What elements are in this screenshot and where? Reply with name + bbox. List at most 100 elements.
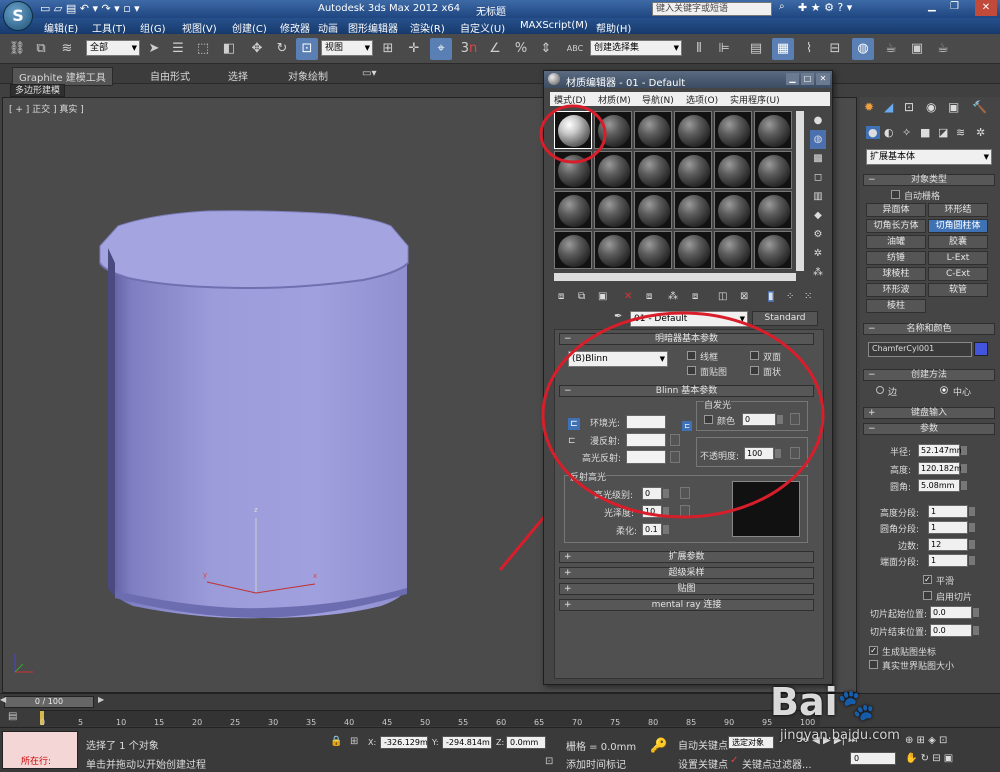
edit-named-selection-icon[interactable]: ABC	[564, 38, 586, 60]
show-end-result-icon[interactable]: ▮	[768, 291, 774, 302]
angle-snap-icon[interactable]: ∠	[484, 38, 506, 60]
soften-value[interactable]: 0.1	[642, 523, 669, 536]
parameters-rollout[interactable]: − 参数	[863, 423, 995, 435]
key-icon[interactable]: 🔑	[650, 738, 667, 754]
reference-coord-dropdown[interactable]: 视图	[321, 40, 373, 56]
sample-slot[interactable]	[594, 111, 632, 149]
graphite-toggle-icon[interactable]: ▦	[772, 38, 794, 60]
put-to-scene-icon[interactable]: ⧉	[578, 291, 585, 302]
app-logo[interactable]: S	[3, 1, 33, 31]
add-time-tag[interactable]: 添加时间标记	[566, 756, 626, 771]
sample-type-icon[interactable]: ●	[810, 111, 826, 130]
glossiness-value[interactable]: 10	[642, 505, 669, 518]
menu-maxscript[interactable]: MAXScript(M)	[520, 20, 588, 31]
menu-views[interactable]: 视图(V)	[182, 20, 217, 35]
object-type-rollout[interactable]: − 对象类型	[863, 174, 995, 186]
sample-slot[interactable]	[674, 191, 712, 229]
material-navigator-icon[interactable]: ⁂	[810, 263, 826, 282]
object-name-field[interactable]: ChamferCyl001	[868, 342, 972, 357]
hierarchy-tab-icon[interactable]: ⊡	[904, 100, 914, 114]
mental-ray-rollout[interactable]: + mental ray 连接	[559, 599, 814, 611]
make-preview-icon[interactable]: ◆	[810, 206, 826, 225]
material-name-field[interactable]: 01 - Default	[630, 311, 748, 327]
modify-tab-icon[interactable]: ◢	[884, 100, 893, 114]
spindle-button[interactable]: 纺锤	[866, 251, 926, 265]
maxscript-listener[interactable]: 所在行:	[2, 731, 78, 769]
named-selection-dropdown[interactable]: 创建选择集	[590, 40, 682, 56]
viewport-nav-icons-2[interactable]: ✋ ↻ ⊟ ▣	[905, 753, 953, 764]
restore-icon[interactable]: ❐	[950, 1, 959, 12]
radius-value[interactable]: 52.147mm	[918, 444, 967, 457]
sample-slot[interactable]	[594, 231, 632, 269]
motion-tab-icon[interactable]: ◉	[926, 100, 936, 114]
select-object-icon[interactable]: ➤	[143, 38, 165, 60]
slots-scrollbar-horizontal[interactable]	[554, 273, 796, 281]
ribbon-options-icon[interactable]: ▭▾	[362, 68, 376, 79]
edge-radio[interactable]	[876, 386, 884, 394]
sample-slot[interactable]	[554, 191, 592, 229]
rect-selection-icon[interactable]: ⬚	[192, 38, 214, 60]
wire-checkbox[interactable]	[687, 351, 696, 360]
prism-button[interactable]: 棱柱	[866, 299, 926, 313]
specular-swatch[interactable]	[626, 450, 666, 464]
pivot-center-icon[interactable]: ⊞	[377, 38, 399, 60]
sample-slot[interactable]	[554, 231, 592, 269]
spec-level-value[interactable]: 0	[642, 487, 669, 500]
blinn-basic-params-rollout[interactable]: − Blinn 基本参数	[559, 385, 814, 397]
shader-basic-params-rollout[interactable]: − 明暗器基本参数	[559, 333, 814, 345]
menu-edit[interactable]: 编辑(E)	[44, 20, 78, 35]
ribbon-tab-freeform[interactable]: 自由形式	[150, 68, 190, 83]
menu-tools[interactable]: 工具(T)	[92, 20, 126, 35]
me-restore-icon[interactable]: □	[801, 73, 814, 85]
capsule-button[interactable]: 胶囊	[928, 235, 988, 249]
set-key-button[interactable]: 设置关键点	[678, 756, 728, 771]
rotate-icon[interactable]: ↻	[271, 38, 293, 60]
me-menu-utilities[interactable]: 实用程序(U)	[730, 93, 780, 106]
mirror-icon[interactable]: ⫴	[688, 38, 710, 60]
sample-slot[interactable]	[674, 111, 712, 149]
options-icon[interactable]: ⚙	[810, 225, 826, 244]
x-coord-field[interactable]: -326.129m	[380, 736, 428, 749]
face-map-checkbox[interactable]	[687, 366, 696, 375]
material-id-icon[interactable]: ◫	[718, 291, 727, 302]
go-forward-icon[interactable]: ⁙	[804, 291, 812, 302]
uv-tiling-icon[interactable]: ◻	[810, 168, 826, 187]
cap-segs-value[interactable]: 1	[928, 554, 975, 567]
sample-slot[interactable]	[754, 191, 792, 229]
material-type-button[interactable]: Standard	[752, 311, 818, 326]
gengon-button[interactable]: 球棱柱	[866, 267, 926, 281]
glossiness-map-button[interactable]	[680, 505, 690, 517]
two-sided-checkbox[interactable]	[750, 351, 759, 360]
key-filters-button[interactable]: 关键点过滤器...	[742, 756, 812, 771]
search-icon[interactable]: ⌕	[779, 1, 785, 12]
eyedropper-icon[interactable]: ✒	[614, 311, 622, 322]
show-map-icon[interactable]: ⊠	[740, 291, 748, 302]
minimize-icon[interactable]: ▁	[928, 1, 936, 12]
lock-map-icon[interactable]: ⊏	[682, 421, 692, 431]
assign-material-icon[interactable]: ▣	[598, 291, 607, 302]
center-radio[interactable]	[940, 386, 948, 394]
me-minimize-icon[interactable]: ▁	[786, 73, 799, 85]
lights-icon[interactable]: ✧	[902, 126, 911, 139]
chamfer-box-button[interactable]: 切角长方体	[866, 219, 926, 233]
select-by-material-icon[interactable]: ✲	[810, 244, 826, 263]
sample-slot[interactable]	[754, 111, 792, 149]
spacewarps-icon[interactable]: ≋	[956, 126, 965, 139]
cameras-icon[interactable]: ■	[920, 126, 930, 139]
material-editor-icon[interactable]: ◍	[852, 38, 874, 60]
menu-animation[interactable]: 动画	[318, 20, 338, 35]
ribbon-subtab-poly[interactable]: 多边形建模	[10, 84, 66, 97]
height-segs-value[interactable]: 1	[928, 505, 975, 518]
select-by-name-icon[interactable]: ☰	[167, 38, 189, 60]
window-crossing-icon[interactable]: ◧	[218, 38, 240, 60]
key-mode-dropdown[interactable]: 选定对象	[728, 736, 774, 749]
fillet-value[interactable]: 5.08mm	[918, 479, 967, 492]
slots-scrollbar-vertical[interactable]	[796, 111, 804, 271]
sample-slot[interactable]	[634, 111, 672, 149]
object-color-swatch[interactable]	[974, 342, 988, 356]
menu-rendering[interactable]: 渲染(R)	[410, 20, 445, 35]
height-value[interactable]: 120.182m	[918, 462, 967, 475]
chamfer-cylinder[interactable]	[3, 98, 543, 694]
time-slider-next-icon[interactable]: ▶	[98, 695, 104, 704]
opacity-value[interactable]: 100	[744, 447, 781, 460]
